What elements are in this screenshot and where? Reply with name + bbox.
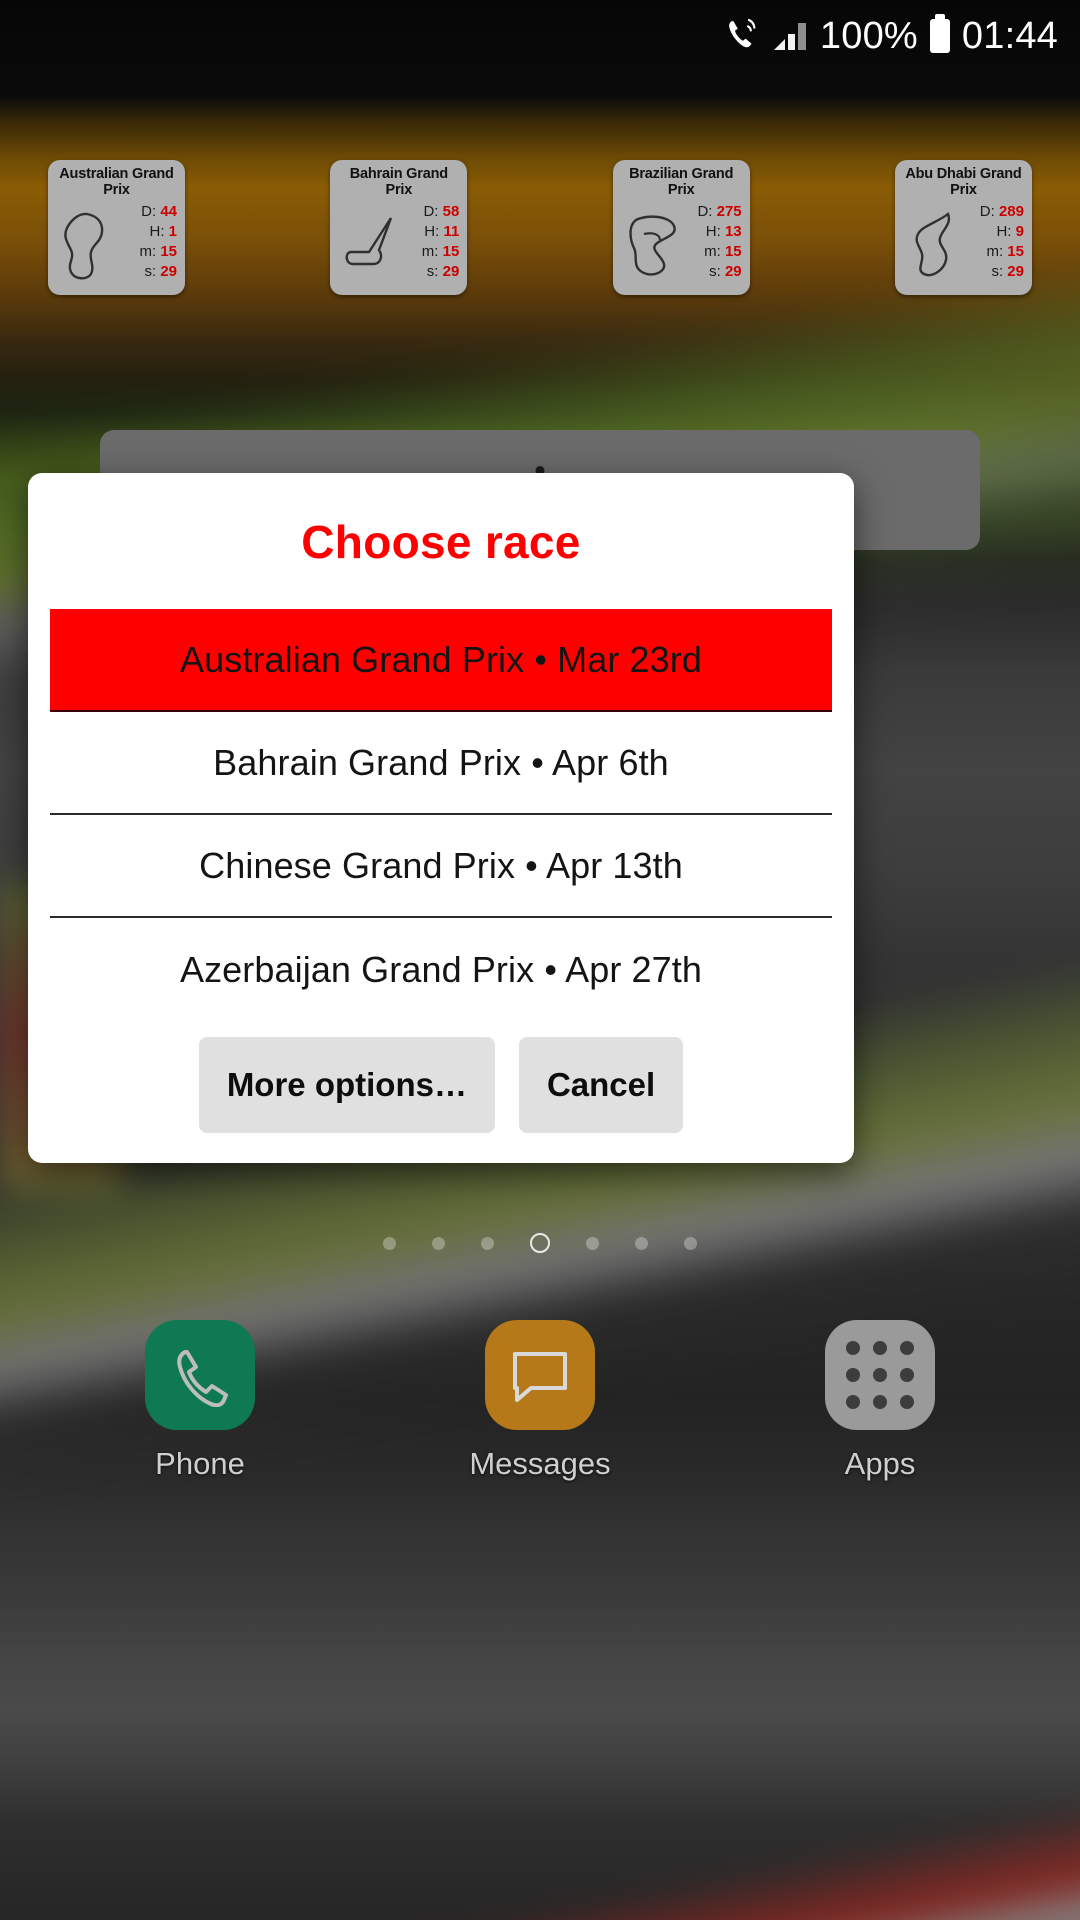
signal-bars-icon bbox=[772, 19, 808, 53]
countdown-value-m: 15 bbox=[442, 242, 460, 260]
widget-title: Abu Dhabi Grand Prix bbox=[905, 166, 1022, 199]
melbourne-circuit-icon bbox=[57, 208, 119, 284]
choose-race-dialog: Choose race Australian Grand Prix • Mar … bbox=[28, 473, 854, 1163]
page-dot[interactable] bbox=[635, 1236, 648, 1250]
race-option-label: Azerbaijan Grand Prix • Apr 27th bbox=[179, 948, 703, 990]
countdown-value-h: 13 bbox=[724, 222, 742, 240]
countdown-label-h: H: bbox=[705, 222, 721, 240]
battery-full-icon bbox=[929, 14, 950, 53]
page-dot[interactable] bbox=[481, 1236, 494, 1250]
countdown-value-m: 15 bbox=[160, 242, 177, 260]
countdown-value-h: 1 bbox=[168, 222, 177, 240]
countdown-label-d: D: bbox=[423, 203, 439, 220]
race-option-label: Australian Grand Prix • Mar 23rd bbox=[179, 638, 702, 680]
list-item[interactable]: Australian Grand Prix • Mar 23rd bbox=[50, 609, 832, 712]
widget-countdown: D: 44 H: 1 m: 15 s: 29 bbox=[139, 202, 177, 282]
countdown-value-s: 29 bbox=[442, 262, 460, 280]
race-list: Australian Grand Prix • Mar 23rd Bahrain… bbox=[28, 609, 854, 1021]
speech-bubble-icon bbox=[485, 1320, 595, 1430]
dock-item-phone[interactable]: Phone bbox=[110, 1320, 290, 1482]
countdown-value-d: 289 bbox=[998, 203, 1024, 220]
countdown-label-s: s: bbox=[144, 262, 157, 280]
countdown-value-s: 29 bbox=[1007, 262, 1024, 280]
widget-countdown: D: 58 H: 11 m: 15 s: 29 bbox=[422, 202, 460, 282]
widget-countdown: D: 289 H: 9 m: 15 s: 29 bbox=[980, 202, 1024, 282]
widget-title: Bahrain Grand Prix bbox=[349, 166, 448, 199]
page-dot[interactable] bbox=[383, 1236, 396, 1250]
widget-abu-dhabi-grand-prix[interactable]: Abu Dhabi Grand Prix D: 289 H: 9 m: 15 s… bbox=[894, 160, 1032, 295]
interlagos-circuit-icon bbox=[622, 208, 684, 284]
dock-item-messages[interactable]: Messages bbox=[450, 1320, 630, 1482]
countdown-label-m: m: bbox=[986, 242, 1004, 260]
widget-title: Australian Grand Prix bbox=[59, 166, 174, 199]
yas-marina-circuit-icon bbox=[904, 208, 966, 284]
page-dot[interactable] bbox=[684, 1236, 697, 1250]
widget-countdown: D: 275 H: 13 m: 15 s: 29 bbox=[697, 202, 741, 282]
countdown-label-s: s: bbox=[709, 262, 721, 280]
dialog-title: Choose race bbox=[301, 516, 581, 568]
countdown-label-h: H: bbox=[996, 222, 1012, 240]
countdown-label-s: s: bbox=[426, 262, 439, 280]
clock-label: 01:44 bbox=[961, 14, 1058, 57]
phone-screen: 100% 01:44 Australian Grand Prix D: 44 H… bbox=[0, 0, 1080, 1920]
countdown-label-d: D: bbox=[697, 203, 713, 220]
dock-item-apps[interactable]: Apps bbox=[790, 1320, 970, 1482]
countdown-value-s: 29 bbox=[160, 262, 177, 280]
countdown-label-d: D: bbox=[141, 203, 157, 220]
dock-label: Phone bbox=[155, 1446, 245, 1481]
countdown-value-s: 29 bbox=[724, 262, 742, 280]
race-option-label: Chinese Grand Prix • Apr 13th bbox=[199, 844, 683, 886]
countdown-label-d: D: bbox=[979, 203, 995, 220]
dock-label: Messages bbox=[469, 1446, 611, 1481]
list-item[interactable]: Chinese Grand Prix • Apr 13th bbox=[50, 815, 832, 918]
countdown-label-h: H: bbox=[149, 222, 165, 240]
countdown-label-m: m: bbox=[139, 242, 157, 260]
more-options-button[interactable]: More options… bbox=[198, 1037, 495, 1133]
widget-brazilian-grand-prix[interactable]: Brazilian Grand Prix D: 275 H: 13 m: 15 … bbox=[612, 160, 750, 295]
countdown-label-m: m: bbox=[704, 242, 721, 260]
sakhir-circuit-icon bbox=[339, 208, 401, 284]
home-dock: Phone Messages Apps bbox=[0, 1320, 1080, 1482]
list-item[interactable]: Bahrain Grand Prix • Apr 6th bbox=[50, 712, 832, 815]
widget-bahrain-grand-prix[interactable]: Bahrain Grand Prix D: 58 H: 11 m: 15 s: … bbox=[330, 160, 468, 295]
phone-ringing-icon bbox=[726, 17, 760, 55]
countdown-label-m: m: bbox=[421, 242, 439, 260]
race-countdown-widgets: Australian Grand Prix D: 44 H: 1 m: 15 s… bbox=[0, 160, 1080, 295]
page-indicator bbox=[0, 1233, 1080, 1253]
countdown-label-s: s: bbox=[991, 262, 1004, 280]
cancel-button[interactable]: Cancel bbox=[518, 1037, 684, 1133]
countdown-value-d: 44 bbox=[160, 203, 177, 220]
countdown-value-h: 9 bbox=[1015, 222, 1024, 240]
widget-title: Brazilian Grand Prix bbox=[629, 166, 734, 199]
countdown-value-m: 15 bbox=[724, 242, 742, 260]
dialog-actions: More options… Cancel bbox=[28, 1021, 854, 1153]
list-item[interactable]: Azerbaijan Grand Prix • Apr 27th bbox=[50, 918, 832, 1021]
dock-label: Apps bbox=[844, 1446, 916, 1481]
status-bar: 100% 01:44 bbox=[0, 0, 1080, 72]
page-dot[interactable] bbox=[586, 1236, 599, 1250]
countdown-value-h: 11 bbox=[443, 222, 460, 240]
apps-grid-icon bbox=[825, 1320, 935, 1430]
page-dot-active[interactable] bbox=[530, 1233, 550, 1253]
countdown-label-h: H: bbox=[424, 222, 440, 240]
phone-handset-icon bbox=[145, 1320, 255, 1430]
countdown-value-d: 58 bbox=[442, 203, 460, 220]
race-option-label: Bahrain Grand Prix • Apr 6th bbox=[213, 741, 669, 783]
widget-australian-grand-prix[interactable]: Australian Grand Prix D: 44 H: 1 m: 15 s… bbox=[48, 160, 185, 295]
page-dot[interactable] bbox=[432, 1236, 445, 1250]
battery-percent-label: 100% bbox=[819, 14, 918, 57]
countdown-value-m: 15 bbox=[1007, 242, 1024, 260]
countdown-value-d: 275 bbox=[716, 203, 742, 220]
